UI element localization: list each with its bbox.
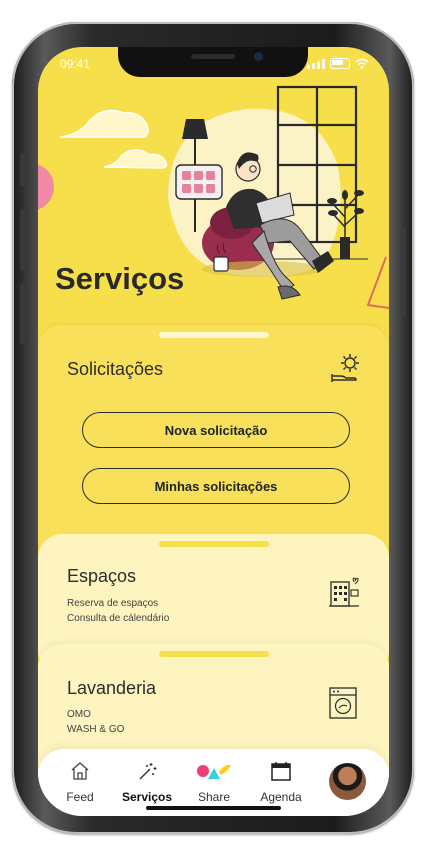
bottom-tab-bar: Feed Serviços Share Agenda — [38, 749, 389, 816]
card-solicitacoes: Solicitações Nova solicitação Minhas sol… — [38, 325, 389, 565]
notch — [118, 47, 308, 77]
tab-label-feed: Feed — [66, 790, 94, 804]
signal-icon — [307, 59, 325, 69]
person-reading-illustration — [38, 85, 389, 310]
battery-icon — [330, 58, 350, 69]
header-illustration: Serviços — [38, 47, 389, 347]
card-title-lavanderia: Lavanderia — [67, 678, 157, 698]
espacos-line-2: Consulta de cálendário — [67, 613, 170, 624]
mute-switch — [20, 154, 25, 186]
drag-handle[interactable] — [159, 651, 269, 657]
espacos-line-1: Reserva de espaços — [67, 598, 159, 609]
home-indicator[interactable] — [146, 806, 281, 810]
drag-handle[interactable] — [159, 332, 269, 338]
minhas-solicitacoes-button[interactable]: Minhas solicitações — [82, 468, 350, 504]
wifi-icon — [355, 58, 369, 69]
tab-label-agenda: Agenda — [260, 790, 302, 804]
tab-label-servicos: Serviços — [121, 790, 173, 804]
drag-handle[interactable] — [159, 541, 269, 547]
page-title: Serviços — [55, 261, 185, 296]
tab-feed[interactable]: Feed — [50, 761, 110, 804]
volume-down-button — [20, 284, 25, 344]
gear-hand-icon — [331, 354, 359, 382]
magic-wand-icon — [139, 763, 157, 780]
washing-machine-icon — [329, 687, 357, 719]
lavanderia-line-2: WASH & GO — [67, 724, 125, 735]
tab-share[interactable]: Share — [184, 761, 244, 804]
front-camera — [254, 52, 263, 61]
lavanderia-line-1: OMO — [67, 709, 91, 720]
volume-up-button — [20, 210, 25, 270]
building-icon — [329, 577, 359, 607]
speaker — [191, 54, 235, 59]
home-icon — [71, 762, 89, 780]
shapes-icon — [197, 764, 231, 779]
calendar-icon — [271, 762, 291, 781]
card-title-espacos: Espaços — [67, 566, 137, 586]
profile-avatar[interactable] — [329, 763, 366, 800]
card-title-solicitacoes: Solicitações — [67, 359, 164, 379]
app-screen: 09:41 Serviços Solicitações Nova solicit… — [38, 47, 389, 816]
status-time: 09:41 — [60, 57, 91, 71]
tab-label-share: Share — [197, 790, 231, 804]
nova-solicitacao-button[interactable]: Nova solicitação — [82, 412, 350, 448]
tab-servicos[interactable]: Serviços — [117, 761, 177, 804]
power-button — [401, 227, 406, 317]
tab-agenda[interactable]: Agenda — [251, 761, 311, 804]
